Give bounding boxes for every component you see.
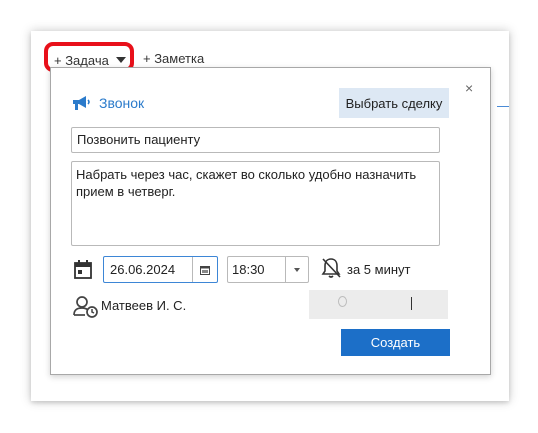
assignee-name[interactable]: Матвеев И. С. xyxy=(101,298,186,313)
task-title-input[interactable]: Позвонить пациенту xyxy=(71,127,440,153)
time-select[interactable]: 18:30 xyxy=(227,256,309,283)
time-value: 18:30 xyxy=(232,262,265,277)
user-clock-icon xyxy=(73,295,99,324)
toggle-off-mark xyxy=(338,296,347,307)
reminder-label[interactable]: за 5 минут xyxy=(347,262,410,277)
date-picker[interactable]: 26.06.2024 xyxy=(103,256,218,283)
task-type-selector[interactable]: Звонок xyxy=(71,94,144,112)
date-value: 26.06.2024 xyxy=(110,262,176,277)
task-popup: × Звонок Выбрать сделку Позвонить пациен… xyxy=(50,67,491,375)
caret-down-icon[interactable] xyxy=(285,257,308,282)
megaphone-icon xyxy=(71,94,93,112)
calendar-icon xyxy=(73,259,93,285)
add-note-link[interactable]: + Заметка xyxy=(143,51,204,66)
create-button[interactable]: Создать xyxy=(341,329,450,356)
bell-off-icon[interactable] xyxy=(321,257,341,284)
task-description-textarea[interactable]: Набрать через час, скажет во сколько удо… xyxy=(71,161,440,246)
toggle-on-mark xyxy=(411,297,412,310)
calendar-small-icon[interactable] xyxy=(192,257,217,282)
select-deal-button[interactable]: Выбрать сделку xyxy=(339,88,449,118)
task-toggle-switch[interactable] xyxy=(309,290,448,319)
task-type-label: Звонок xyxy=(99,95,145,111)
tab-underline xyxy=(497,106,509,107)
close-icon[interactable]: × xyxy=(465,80,473,96)
